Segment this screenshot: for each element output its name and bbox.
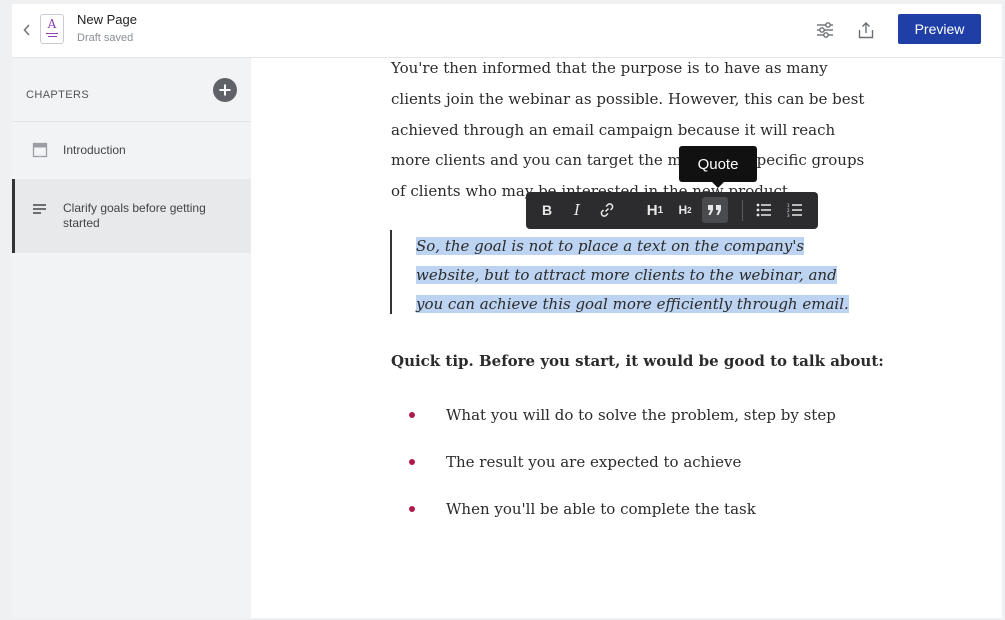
header: A New Page Draft saved Preview: [12, 4, 1002, 58]
quote-text[interactable]: So, the goal is not to place a text on t…: [416, 232, 856, 319]
bold-button[interactable]: B: [534, 197, 560, 223]
sidebar-item-label: Clarify goals before getting started: [63, 201, 206, 230]
app-window: A New Page Draft saved Preview CHAPTERS …: [12, 4, 1002, 618]
share-upload-icon[interactable]: [854, 18, 878, 42]
link-icon[interactable]: [594, 197, 620, 223]
sidebar-item-introduction[interactable]: Introduction: [12, 122, 251, 178]
svg-text:3: 3: [787, 213, 790, 217]
body-paragraph[interactable]: You're then informed that the purpose is…: [391, 53, 871, 207]
sidebar-item-label: Introduction: [63, 143, 126, 157]
chapters-sidebar: CHAPTERS Introduction Clarify goals befo…: [12, 58, 251, 618]
save-status: Draft saved: [77, 32, 134, 44]
settings-sliders-icon[interactable]: [813, 18, 837, 42]
text-lines-icon: [32, 201, 48, 217]
bullet-list-icon[interactable]: [751, 197, 777, 223]
panel-icon: [32, 142, 48, 158]
editor-canvas[interactable]: You're then informed that the purpose is…: [251, 58, 1002, 618]
list-item[interactable]: The result you are expected to achieve: [391, 452, 891, 499]
document-icon: A: [40, 14, 64, 44]
formatting-toolbar: B I H1 H2 1 2 3: [526, 192, 818, 229]
selected-text: So, the goal is not to place a text on t…: [416, 237, 849, 313]
heading-1-button[interactable]: H1: [642, 197, 668, 223]
preview-button[interactable]: Preview: [898, 14, 981, 44]
bullet-dot-icon: [409, 459, 415, 465]
blockquote[interactable]: So, the goal is not to place a text on t…: [390, 230, 860, 314]
back-chevron-icon[interactable]: [20, 22, 34, 38]
list-item[interactable]: When you'll be able to complete the task: [391, 499, 891, 546]
numbered-list-icon[interactable]: 1 2 3: [782, 197, 808, 223]
quote-button[interactable]: [702, 197, 728, 223]
toolbar-divider: [742, 200, 743, 221]
page-title: New Page: [77, 12, 137, 27]
quote-tooltip: Quote: [679, 146, 757, 188]
bullet-list: What you will do to solve the problem, s…: [391, 405, 891, 546]
bullet-dot-icon: [409, 506, 415, 512]
bullet-dot-icon: [409, 412, 415, 418]
chapters-header: CHAPTERS: [12, 58, 251, 122]
sidebar-item-clarify-goals[interactable]: Clarify goals before getting started: [12, 179, 251, 253]
italic-button[interactable]: I: [564, 197, 590, 223]
tip-paragraph[interactable]: Quick tip. Before you start, it would be…: [391, 352, 884, 370]
add-chapter-icon[interactable]: [213, 78, 237, 102]
chapters-label: CHAPTERS: [26, 89, 90, 101]
heading-2-button[interactable]: H2: [672, 197, 698, 223]
list-item[interactable]: What you will do to solve the problem, s…: [391, 405, 891, 452]
